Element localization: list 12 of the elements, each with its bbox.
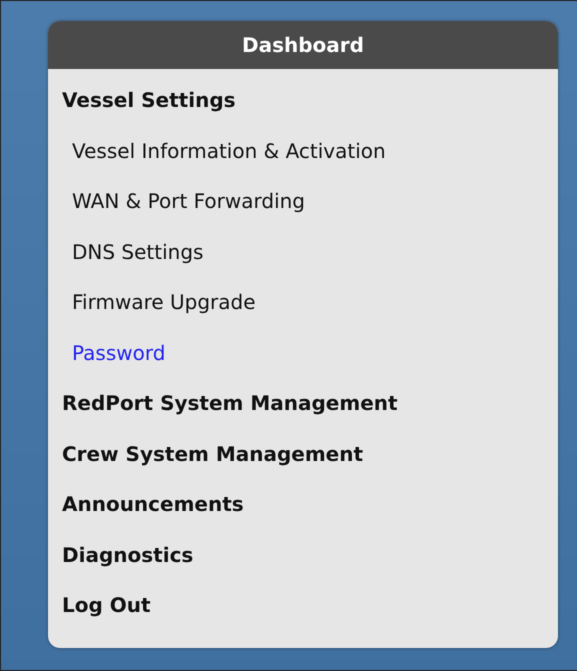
menu-item[interactable]: Announcements (48, 479, 558, 530)
menu-item[interactable]: Diagnostics (48, 530, 558, 580)
submenu-item[interactable]: Password (48, 328, 558, 378)
panel-title: Dashboard (48, 21, 558, 69)
menu-item[interactable]: RedPort System Management (48, 378, 558, 428)
submenu-item[interactable]: DNS Settings (48, 226, 558, 277)
menu-item[interactable]: Vessel Settings (48, 75, 558, 126)
submenu-item[interactable]: WAN & Port Forwarding (48, 176, 558, 226)
submenu-item[interactable]: Vessel Information & Activation (48, 126, 558, 176)
menu-item[interactable]: Log Out (48, 580, 558, 630)
menu-item[interactable]: Crew System Management (48, 428, 558, 479)
submenu-item[interactable]: Firmware Upgrade (48, 277, 558, 328)
